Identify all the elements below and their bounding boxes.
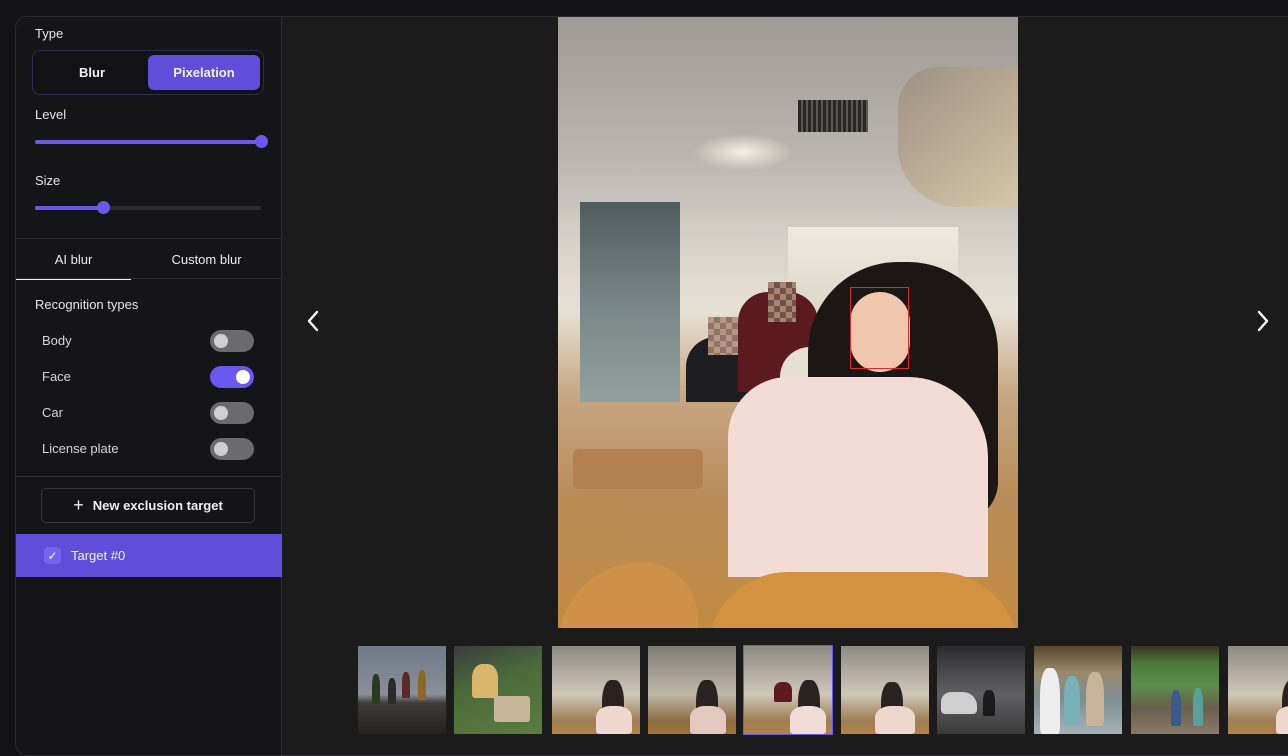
thumbnail[interactable]: [937, 646, 1025, 734]
thumbnail-figure: [1086, 672, 1104, 726]
thumbnail-selected[interactable]: [743, 645, 833, 735]
license-plate-toggle[interactable]: [210, 438, 254, 460]
thumbnail[interactable]: [648, 646, 736, 734]
thumbnail[interactable]: [1131, 646, 1219, 734]
thumbnail-figure: [388, 678, 396, 704]
target-name: Target #0: [71, 548, 126, 563]
new-exclusion-target-button[interactable]: + New exclusion target: [41, 488, 255, 523]
thumbnail-figure: [1171, 690, 1181, 726]
face-detection-box[interactable]: [850, 287, 909, 369]
thumbnail[interactable]: [358, 646, 446, 734]
new-exclusion-target-label: New exclusion target: [92, 498, 223, 513]
thumbnail-strip: [283, 645, 1288, 737]
subject-shirt: [728, 377, 988, 577]
thumbnail[interactable]: [841, 646, 929, 734]
image-viewer: [283, 17, 1288, 755]
chevron-right-icon: [1257, 310, 1269, 332]
settings-sidebar: Type Blur Pixelation Level Size AI blur …: [16, 17, 282, 755]
recognition-row-body: Body: [42, 330, 254, 352]
app-window: Type Blur Pixelation Level Size AI blur …: [15, 16, 1288, 756]
face-label: Face: [42, 369, 71, 384]
toggle-knob: [214, 406, 228, 420]
toggle-knob: [214, 442, 228, 456]
thumbnail-figure: [790, 706, 826, 734]
target-list-item[interactable]: ✓ Target #0: [16, 534, 282, 577]
size-slider-fill: [35, 206, 103, 210]
level-slider-fill: [35, 140, 261, 144]
car-label: Car: [42, 405, 63, 420]
tabs-divider: [16, 278, 282, 279]
thumbnail[interactable]: [454, 646, 542, 734]
thumbnail-figure: [690, 706, 726, 734]
thumbnail[interactable]: [552, 646, 640, 734]
photo-vent: [798, 100, 868, 132]
tab-ai-blur[interactable]: AI blur: [16, 239, 131, 280]
recognition-row-face: Face: [42, 366, 254, 388]
blur-type-button[interactable]: Blur: [36, 55, 148, 90]
level-slider-thumb[interactable]: [255, 135, 268, 148]
pixelated-face: [768, 282, 796, 322]
previous-image-button[interactable]: [298, 301, 328, 341]
photo-chair: [573, 449, 703, 489]
recognition-row-license-plate: License plate: [42, 438, 254, 460]
pixelation-type-button[interactable]: Pixelation: [148, 55, 260, 90]
thumbnail-figure: [983, 690, 995, 716]
pixelated-face: [708, 317, 738, 355]
thumbnail[interactable]: [1034, 646, 1122, 734]
thumbnail-image-garage: [937, 646, 1025, 734]
thumbnail-figure: [774, 682, 792, 702]
body-toggle[interactable]: [210, 330, 254, 352]
thumbnail-figure: [1276, 706, 1288, 734]
checkbox-checked-icon[interactable]: ✓: [44, 547, 61, 564]
photo-window: [580, 202, 680, 402]
toggle-knob: [214, 334, 228, 348]
thumbnail-figure: [1193, 688, 1203, 726]
license-plate-label: License plate: [42, 441, 119, 456]
photo-table: [558, 562, 698, 628]
chevron-left-icon: [307, 310, 319, 332]
thumbnail-figure: [472, 664, 498, 698]
level-slider[interactable]: [35, 135, 268, 149]
plus-icon: +: [73, 494, 84, 515]
recognition-row-car: Car: [42, 402, 254, 424]
photo-ceiling: [898, 67, 1018, 207]
thumbnail-box: [494, 696, 530, 722]
face-toggle[interactable]: [210, 366, 254, 388]
thumbnail-figure: [875, 706, 915, 734]
next-image-button[interactable]: [1248, 301, 1278, 341]
thumbnail-figure: [402, 672, 410, 698]
level-label: Level: [35, 107, 67, 122]
thumbnail-car: [941, 692, 977, 714]
thumbnail-figure: [418, 670, 426, 700]
main-photo[interactable]: [558, 17, 1018, 628]
toggle-knob: [236, 370, 250, 384]
section-divider: [16, 476, 282, 477]
thumbnail[interactable]: [1228, 646, 1288, 734]
size-slider[interactable]: [35, 201, 261, 215]
body-label: Body: [42, 333, 72, 348]
type-label: Type: [35, 26, 64, 41]
tab-custom-blur[interactable]: Custom blur: [149, 239, 264, 279]
thumbnail-figure: [1064, 676, 1080, 726]
size-label: Size: [35, 173, 61, 188]
type-segmented-control: Blur Pixelation: [32, 50, 264, 95]
car-toggle[interactable]: [210, 402, 254, 424]
thumbnail-figure: [1040, 668, 1060, 734]
size-slider-thumb[interactable]: [96, 201, 110, 214]
blur-mode-tabs: AI blur Custom blur: [16, 239, 282, 280]
thumbnail-figure: [372, 674, 380, 704]
recognition-types-title: Recognition types: [35, 297, 139, 312]
photo-table: [708, 572, 1018, 628]
thumbnail-figure: [596, 706, 632, 734]
